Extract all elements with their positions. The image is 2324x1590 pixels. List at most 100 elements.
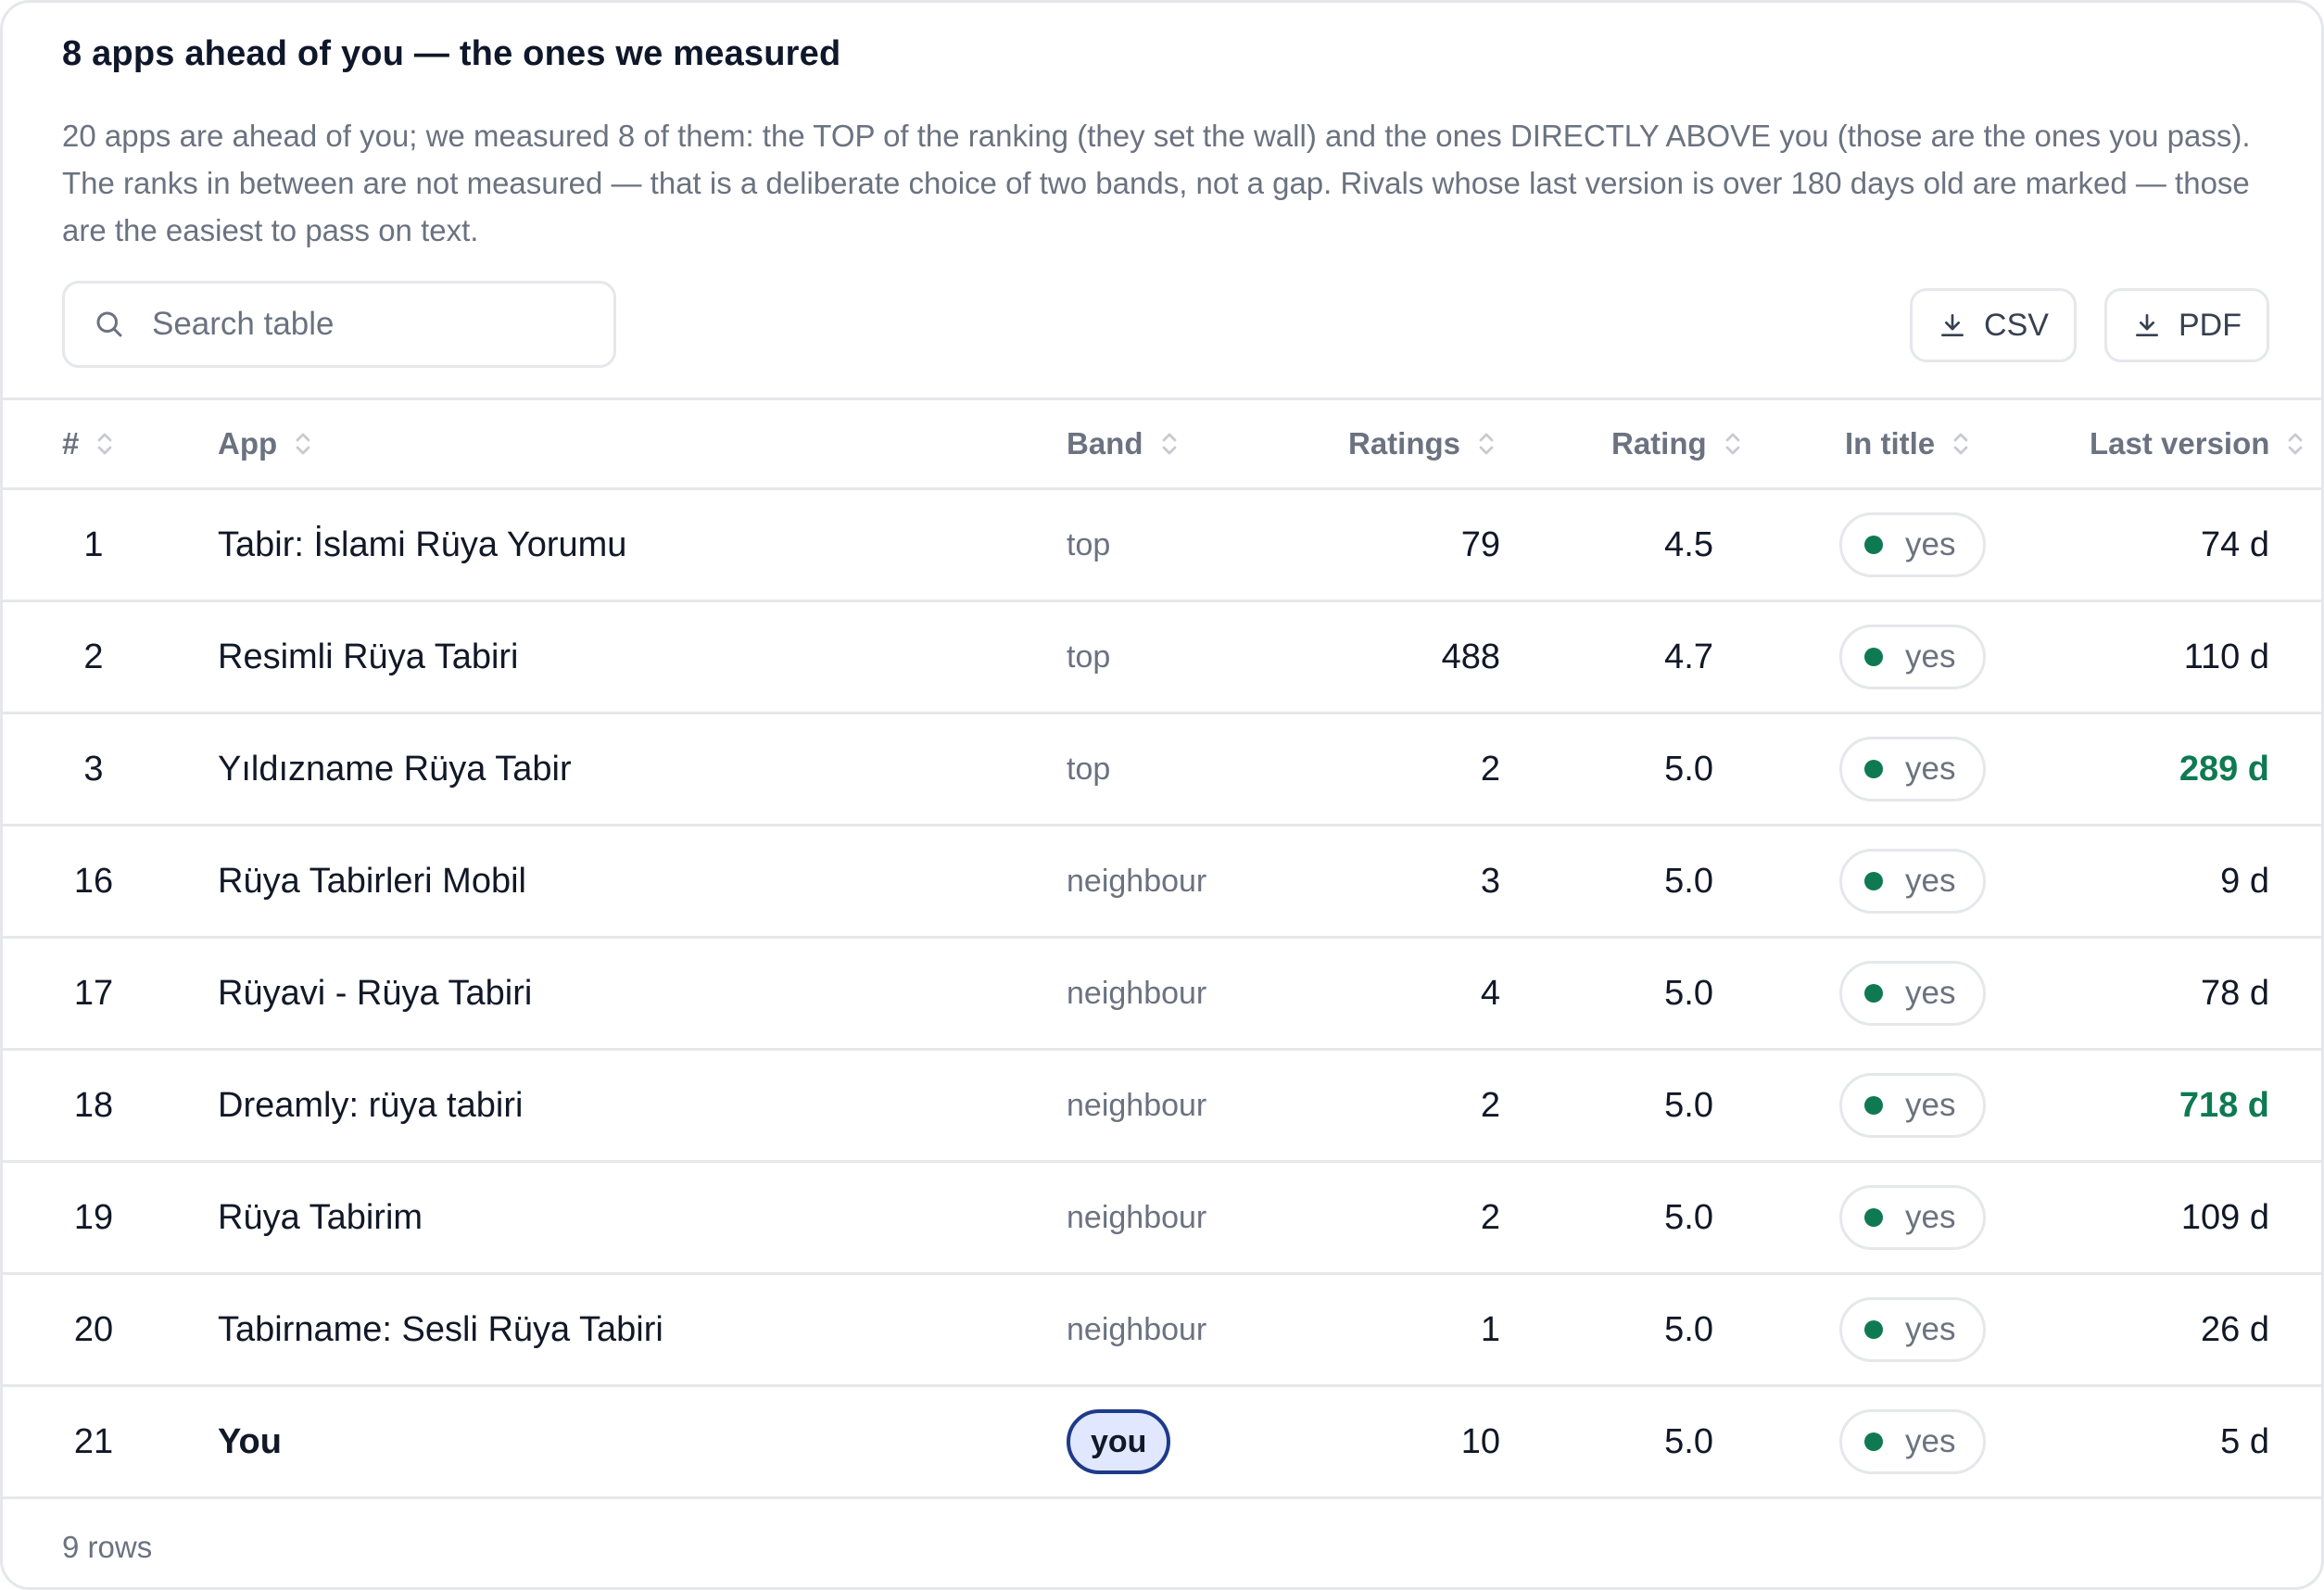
card-title: 8 apps ahead of you — the ones we measur… (62, 34, 841, 73)
column-header-rating[interactable]: Rating (1611, 400, 1744, 487)
app-name-cell: Yıldızname Rüya Tabir (218, 749, 572, 789)
rating-cell: 5.0 (1664, 749, 1713, 789)
table-row[interactable]: 3 Yıldızname Rüya Tabir top 2 5.0 yes 28… (3, 714, 2321, 827)
last-version-cell: 74 d (2201, 524, 2269, 564)
rating-cell: 5.0 (1664, 1309, 1713, 1349)
rank-cell: 16 (73, 861, 114, 901)
sort-icon (294, 428, 314, 460)
search-icon (93, 306, 130, 343)
rank-cell: 2 (83, 637, 104, 676)
rank-cell: 21 (73, 1421, 114, 1461)
in-title-cell: yes (1839, 714, 1988, 824)
sort-icon (1724, 428, 1744, 460)
download-icon (1938, 309, 1969, 341)
app-name-cell: Tabirname: Sesli Rüya Tabiri (218, 1309, 663, 1349)
in-title-cell: yes (1839, 1163, 1988, 1272)
rank-cell: 18 (73, 1085, 114, 1125)
in-title-cell: yes (1839, 939, 1988, 1048)
search-box[interactable] (62, 281, 616, 368)
column-header-band[interactable]: Band (1067, 400, 1181, 487)
table-row[interactable]: 20 Tabirname: Sesli Rüya Tabiri neighbou… (3, 1275, 2321, 1387)
in-title-pill: yes (1839, 961, 1987, 1026)
ratings-cell: 2 (1480, 1197, 1500, 1237)
app-name-cell: Rüya Tabirim (218, 1197, 423, 1237)
last-version-cell-stale: 718 d (2179, 1085, 2269, 1125)
column-header-last-version[interactable]: Last version (2090, 400, 2306, 487)
ratings-cell: 2 (1480, 1085, 1500, 1125)
in-title-pill: yes (1839, 849, 1987, 914)
status-dot-icon (1864, 648, 1883, 666)
rating-cell: 5.0 (1664, 1421, 1713, 1461)
in-title-cell: yes (1839, 1387, 1988, 1496)
status-dot-icon (1864, 984, 1883, 1003)
status-dot-icon (1864, 1320, 1883, 1339)
table-row[interactable]: 18 Dreamly: rüya tabiri neighbour 2 5.0 … (3, 1051, 2321, 1163)
measured-apps-card: 8 apps ahead of you — the ones we measur… (0, 0, 2324, 1590)
rank-cell: 17 (73, 973, 114, 1013)
app-name-cell: Rüyavi - Rüya Tabiri (218, 973, 533, 1013)
table-header: # App Band Ratings Rating In title Last … (3, 398, 2321, 490)
last-version-cell: 109 d (2180, 1197, 2269, 1237)
column-header-ratings[interactable]: Ratings (1348, 400, 1497, 487)
ratings-cell: 3 (1480, 861, 1500, 901)
download-icon (2132, 309, 2164, 341)
last-version-cell: 26 d (2201, 1309, 2269, 1349)
last-version-cell-stale: 289 d (2179, 749, 2269, 789)
app-name-cell: Resimli Rüya Tabiri (218, 637, 519, 676)
table-row[interactable]: 19 Rüya Tabirim neighbour 2 5.0 yes 109 … (3, 1163, 2321, 1275)
ratings-cell: 2 (1480, 749, 1500, 789)
csv-label: CSV (1984, 307, 2049, 343)
export-csv-button[interactable]: CSV (1910, 288, 2077, 362)
last-version-cell: 110 d (2183, 637, 2269, 676)
rank-cell: 1 (83, 524, 104, 564)
in-title-pill: yes (1839, 512, 1987, 577)
ratings-cell: 10 (1460, 1421, 1500, 1461)
status-dot-icon (1864, 872, 1883, 890)
status-dot-icon (1864, 1096, 1883, 1115)
ratings-cell: 4 (1480, 973, 1500, 1013)
row-count: 9 rows (62, 1530, 153, 1564)
app-name-cell: Rüya Tabirleri Mobil (218, 861, 526, 901)
card-description: 20 apps are ahead of you; we measured 8 … (62, 119, 2251, 247)
ratings-cell: 1 (1480, 1309, 1500, 1349)
app-name-cell: Tabir: İslami Rüya Yorumu (218, 524, 627, 564)
table-row-you[interactable]: 21 You you 10 5.0 yes 5 d (3, 1387, 2321, 1499)
sort-icon (1951, 428, 1972, 460)
ratings-cell: 488 (1441, 637, 1500, 676)
in-title-cell: yes (1839, 602, 1988, 712)
in-title-pill: yes (1839, 737, 1987, 801)
in-title-pill: yes (1839, 1185, 1987, 1250)
table-row[interactable]: 16 Rüya Tabirleri Mobil neighbour 3 5.0 … (3, 827, 2321, 939)
table-row[interactable]: 1 Tabir: İslami Rüya Yorumu top 79 4.5 y… (3, 490, 2321, 602)
table-row[interactable]: 17 Rüyavi - Rüya Tabiri neighbour 4 5.0 … (3, 939, 2321, 1051)
in-title-cell: yes (1839, 827, 1988, 936)
status-dot-icon (1864, 760, 1883, 778)
rating-cell: 5.0 (1664, 1085, 1713, 1125)
last-version-cell: 5 d (2220, 1421, 2269, 1461)
status-dot-icon (1864, 1432, 1883, 1451)
in-title-pill: yes (1839, 625, 1987, 689)
app-name-cell: Dreamly: rüya tabiri (218, 1085, 524, 1125)
table-row[interactable]: 2 Resimli Rüya Tabiri top 488 4.7 yes 11… (3, 602, 2321, 714)
sort-icon (95, 428, 116, 460)
ratings-cell: 79 (1460, 524, 1500, 564)
sort-icon (1160, 428, 1181, 460)
rating-cell: 5.0 (1664, 1197, 1713, 1237)
export-pdf-button[interactable]: PDF (2104, 288, 2269, 362)
rank-cell: 19 (73, 1197, 114, 1237)
in-title-pill: yes (1839, 1409, 1987, 1474)
pdf-label: PDF (2179, 307, 2242, 343)
rating-cell: 4.5 (1664, 524, 1713, 564)
you-badge: you (1067, 1409, 1171, 1474)
column-header-app[interactable]: App (218, 400, 314, 487)
in-title-cell: yes (1839, 1051, 1988, 1160)
search-input[interactable] (152, 306, 578, 343)
column-header-rank[interactable]: # (62, 400, 116, 487)
rank-cell: 20 (73, 1309, 114, 1349)
in-title-pill: yes (1839, 1297, 1987, 1362)
in-title-cell: yes (1839, 1275, 1988, 1384)
last-version-cell: 9 d (2220, 861, 2269, 901)
column-header-in-title[interactable]: In title (1845, 400, 1972, 487)
rating-cell: 4.7 (1664, 637, 1713, 676)
rating-cell: 5.0 (1664, 861, 1713, 901)
